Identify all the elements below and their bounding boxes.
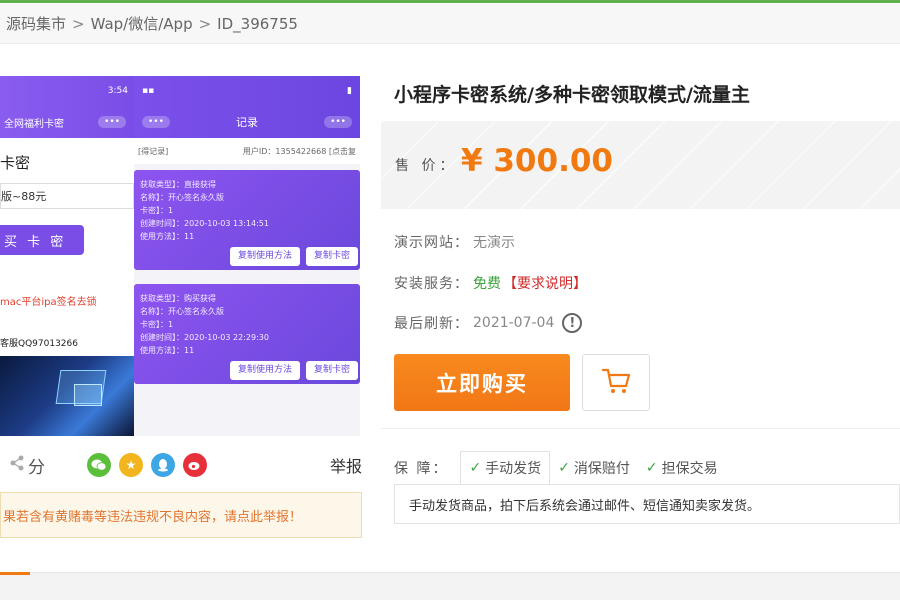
- price-value: ¥ 300.00: [461, 143, 613, 179]
- record-line: 使用方法】：11: [140, 346, 195, 355]
- breadcrumb-item-market[interactable]: 源码集市: [6, 13, 66, 34]
- breadcrumb-separator: >: [198, 14, 212, 33]
- demo-value: 无演示: [473, 235, 515, 251]
- record-line: 名称】：开心签名永久版: [140, 193, 224, 202]
- bottom-tab-accent: [0, 572, 30, 575]
- share-label[interactable]: 分: [28, 453, 45, 478]
- record-card: 获取类型】：购买获得 名称】：开心签名永久版 卡密】：1 创建时间】：2020-…: [134, 284, 360, 384]
- record-card: 获取类型】：直接获得 名称】：开心签名永久版 卡密】：1 创建时间】：2020-…: [134, 170, 360, 270]
- product-title: 小程序卡密系统/多种卡密领取模式/流量主: [394, 84, 750, 106]
- breadcrumb: 源码集市 > Wap/微信/App > ID_396755: [0, 4, 900, 44]
- phone-time: 3:54: [107, 86, 128, 96]
- phone-navbar: 全网福利卡密 •••: [0, 106, 134, 138]
- price-box: 售 价： ¥ 300.00: [381, 121, 900, 209]
- phone-menu-dots-icon: •••: [142, 116, 170, 128]
- guarantee-tabs: 保 障： ✓ 手动发货 ✓ 消保赔付 ✓ 担保交易: [394, 451, 726, 485]
- records-header-left: [得记录]: [138, 146, 169, 156]
- phone-select: 版~88元: [0, 183, 134, 209]
- records-header: [得记录] 用户ID：1355422668 [点击复: [134, 138, 360, 164]
- refresh-label: 最后刷新：: [394, 316, 469, 332]
- tab-consumer-protection[interactable]: ✓ 消保赔付: [550, 451, 638, 485]
- breadcrumb-item-id: ID_396755: [217, 14, 298, 33]
- record-line: 卡密】：1: [140, 320, 174, 329]
- breadcrumb-separator: >: [72, 14, 85, 33]
- phone-nav-title: 记录: [236, 116, 258, 129]
- record-line: 使用方法】：11: [140, 232, 195, 241]
- tab-label: 担保交易: [661, 461, 718, 477]
- tab-escrow[interactable]: ✓ 担保交易: [638, 451, 726, 485]
- refresh-value: 2021-07-04: [473, 315, 555, 331]
- divider: [381, 428, 900, 429]
- install-free: 免费: [473, 276, 501, 292]
- battery-icon: ▮: [347, 86, 352, 96]
- phone-contact: 客服QQ97013266: [0, 339, 78, 349]
- phone-menu-dots-icon: •••: [98, 116, 126, 128]
- demo-label: 演示网站：: [394, 235, 469, 251]
- add-to-cart-button[interactable]: [582, 354, 650, 411]
- records-header-right: 用户ID：1355422668 [点击复: [242, 146, 356, 156]
- phone-red-notice: mac平台ipa签名去锁: [0, 297, 97, 308]
- record-line: 创建时间】：2020-10-03 13:14:51: [140, 219, 269, 228]
- guarantee-description: 手动发货商品，拍下后系统会通过邮件、短信通知卖家发货。: [394, 484, 900, 524]
- phone-heading: 卡密: [0, 154, 31, 172]
- report-link[interactable]: 举报: [330, 453, 362, 477]
- phone-banner-image: [0, 356, 134, 436]
- phone-statusbar: ▪▪ ▮: [134, 76, 360, 106]
- record-line: 获取类型】：购买获得: [140, 294, 216, 303]
- check-icon: ✓: [645, 460, 658, 476]
- guarantee-label: 保 障：: [394, 461, 449, 477]
- phone-statusbar: 3:54: [0, 76, 134, 106]
- copy-method-button: 复制使用方法: [229, 247, 300, 266]
- top-accent-line: [0, 0, 900, 3]
- qzone-icon[interactable]: ★: [119, 453, 143, 477]
- record-line: 卡密】：1: [140, 206, 174, 215]
- install-requirements-link[interactable]: 【要求说明】: [503, 273, 587, 293]
- record-line: 创建时间】：2020-10-03 22:29:30: [140, 333, 269, 342]
- copy-card-button: 复制卡密: [305, 247, 358, 266]
- tab-label: 手动发货: [485, 461, 542, 477]
- check-icon: ✓: [558, 460, 570, 476]
- phone-buy-button: 买 卡 密: [0, 225, 84, 255]
- phone-navbar: ••• 记录 •••: [134, 106, 360, 138]
- screenshot-left-phone: 3:54 全网福利卡密 ••• 卡密 版~88元 买 卡 密 mac平台ipa签…: [0, 76, 134, 436]
- tab-manual-delivery[interactable]: ✓ 手动发货: [460, 451, 551, 485]
- price-label: 售 价：: [395, 158, 458, 174]
- record-line: 名称】：开心签名永久版: [140, 307, 224, 316]
- info-icon[interactable]: !: [562, 313, 583, 333]
- cart-icon: [601, 367, 631, 399]
- check-icon: ✓: [469, 460, 482, 476]
- demo-row: 演示网站： 无演示: [394, 232, 515, 252]
- share-icon[interactable]: [10, 455, 24, 475]
- phone-nav-title: 全网福利卡密: [4, 118, 64, 130]
- glass-panel-graphic: [74, 384, 102, 406]
- bottom-tab-bar: [0, 572, 900, 600]
- wechat-icon[interactable]: [87, 453, 111, 477]
- copy-method-button: 复制使用方法: [229, 361, 300, 380]
- refresh-row: 最后刷新： 2021-07-04 !: [394, 313, 583, 333]
- report-warning-text[interactable]: 果若含有黄赌毒等违法违规不良内容，请点此举报！: [3, 506, 302, 525]
- screenshot-right-phone: ▪▪ ▮ ••• 记录 ••• [得记录] 用户ID：1355422668 [点…: [134, 76, 360, 436]
- product-gallery-image[interactable]: 3:54 全网福利卡密 ••• 卡密 版~88元 买 卡 密 mac平台ipa签…: [0, 76, 360, 436]
- copy-card-button: 复制卡密: [305, 361, 358, 380]
- qq-icon[interactable]: [151, 453, 175, 477]
- signal-icon: ▪▪: [142, 86, 155, 96]
- tab-label: 消保赔付: [573, 461, 630, 477]
- weibo-icon[interactable]: [183, 453, 207, 477]
- install-label: 安装服务：: [394, 276, 469, 292]
- report-warning-banner[interactable]: 果若含有黄赌毒等违法违规不良内容，请点此举报！: [0, 492, 362, 538]
- install-row: 安装服务： 免费 【要求说明】: [394, 273, 587, 293]
- phone-menu-dots-icon: •••: [324, 116, 352, 128]
- buy-now-button[interactable]: 立即购买: [394, 354, 570, 411]
- share-bar: 分 ★ 举报: [0, 448, 362, 482]
- breadcrumb-item-category[interactable]: Wap/微信/App: [91, 13, 193, 34]
- record-line: 获取类型】：直接获得: [140, 180, 216, 189]
